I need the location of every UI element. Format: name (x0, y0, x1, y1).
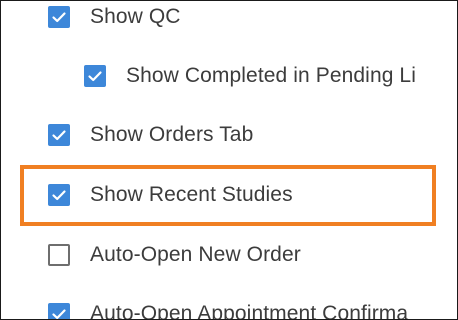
option-auto-open-appointment-confirmation[interactable]: Auto-Open Appointment Confirma (48, 302, 409, 320)
show-orders-tab-checkbox[interactable] (48, 124, 70, 146)
auto-open-appointment-confirmation-checkbox[interactable] (48, 303, 70, 319)
auto-open-new-order-label: Auto-Open New Order (90, 243, 301, 266)
show-qc-checkbox[interactable] (48, 6, 70, 28)
show-completed-in-pending-checkbox[interactable] (84, 65, 106, 87)
option-show-completed-in-pending[interactable]: Show Completed in Pending Li (84, 64, 416, 88)
checkmark-icon (52, 130, 66, 141)
show-completed-in-pending-label: Show Completed in Pending Li (126, 64, 416, 87)
option-show-qc[interactable]: Show QC (48, 5, 181, 29)
show-orders-tab-label: Show Orders Tab (90, 123, 254, 146)
checkmark-icon (52, 309, 66, 319)
auto-open-appointment-confirmation-label: Auto-Open Appointment Confirma (90, 302, 409, 320)
auto-open-new-order-checkbox[interactable] (48, 244, 70, 266)
option-auto-open-new-order[interactable]: Auto-Open New Order (48, 243, 301, 267)
checkmark-icon (88, 71, 102, 82)
highlight-box (20, 165, 436, 226)
option-show-orders-tab[interactable]: Show Orders Tab (48, 123, 253, 147)
checkmark-icon (52, 12, 66, 23)
show-qc-label: Show QC (90, 5, 181, 28)
settings-panel: Show QC Show Completed in Pending Li Sho… (0, 0, 458, 320)
